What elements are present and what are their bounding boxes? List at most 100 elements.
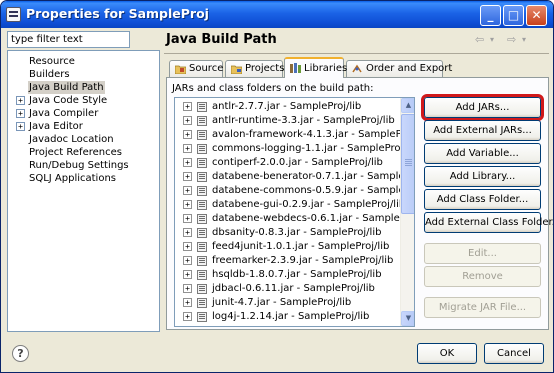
expand-icon[interactable]: +: [183, 284, 192, 293]
add-class-folder-button[interactable]: Add Class Folder...: [424, 189, 541, 210]
cancel-button[interactable]: Cancel: [484, 343, 544, 364]
jar-icon: [197, 186, 207, 196]
jar-icon: [197, 102, 207, 112]
jar-icon: [197, 172, 207, 182]
jar-label: freemarker-2.3.9.jar - SampleProj/lib: [212, 255, 394, 266]
jar-label: feed4junit-1.0.1.jar - SampleProj/lib: [212, 241, 390, 252]
tab-order-and-export[interactable]: Order and Export: [346, 60, 452, 77]
tab-libraries[interactable]: Libraries: [284, 57, 347, 78]
jar-label: databene-gui-0.2.9.jar - SampleProj/lib: [212, 199, 406, 210]
expand-icon[interactable]: +: [183, 172, 192, 181]
properties-tree: Resource Builders Java Build Path + Java…: [7, 50, 160, 332]
add-external-class-folder-button[interactable]: Add External Class Folder...: [424, 212, 553, 233]
projects-folder-icon: [231, 65, 242, 74]
expand-icon[interactable]: +: [183, 242, 192, 251]
expand-icon[interactable]: +: [16, 122, 25, 131]
jar-icon: [197, 200, 207, 210]
window-title: Properties for SampleProj: [26, 6, 209, 21]
ok-button[interactable]: OK: [417, 343, 477, 364]
add-variable-button[interactable]: Add Variable...: [424, 143, 541, 164]
expand-icon[interactable]: +: [16, 109, 25, 118]
tree-item-label: Javadoc Location: [29, 134, 114, 145]
jar-label: databene-commons-0.5.9.jar - SampleProj/…: [212, 185, 414, 196]
jar-label: antlr-runtime-3.3.jar - SampleProj/lib: [212, 115, 395, 126]
jar-icon: [197, 256, 207, 266]
scroll-up-icon[interactable]: ▲: [401, 98, 414, 113]
jar-label: antlr-2.7.7.jar - SampleProj/lib: [212, 101, 362, 112]
add-external-jars-button[interactable]: Add External JARs...: [424, 120, 541, 141]
jar-icon: [197, 228, 207, 238]
jar-label: log4j-1.2.14.jar - SampleProj/lib: [212, 311, 370, 322]
tab-label: Projects: [245, 63, 285, 74]
jar-label: hsqldb-1.8.0.7.jar - SampleProj/lib: [212, 269, 382, 280]
jar-label: contiperf-2.0.0.jar - SampleProj/lib: [212, 157, 383, 168]
jar-icon: [197, 270, 207, 280]
expand-icon[interactable]: +: [183, 270, 192, 279]
jar-icon: [197, 298, 207, 308]
scrollbar-thumb[interactable]: [401, 114, 414, 214]
expand-icon[interactable]: +: [183, 228, 192, 237]
maximize-button[interactable]: □: [503, 5, 524, 26]
tab-label: Source: [189, 63, 224, 74]
jar-label: jdbacl-0.6.11.jar - SampleProj/lib: [212, 283, 375, 294]
history-nav: ⇦ ▾ ⇨ ▾: [475, 33, 545, 47]
back-menu-icon[interactable]: ▾: [490, 35, 494, 44]
tab-source[interactable]: Source: [169, 60, 223, 77]
tree-item-label: Project References: [29, 147, 122, 158]
properties-window-icon: [6, 7, 21, 22]
tab-projects[interactable]: Projects: [225, 60, 285, 77]
add-jars-button[interactable]: Add JARs...: [421, 94, 544, 121]
expand-icon[interactable]: +: [183, 200, 192, 209]
forward-arrow-icon[interactable]: ⇨: [507, 33, 516, 46]
jar-icon: [197, 312, 207, 322]
jar-icon: [197, 130, 207, 140]
filter-input[interactable]: [7, 31, 130, 48]
jar-icon: [197, 116, 207, 126]
jar-label: avalon-framework-4.1.3.jar - SampleProj/…: [212, 129, 415, 140]
back-arrow-icon[interactable]: ⇦: [475, 33, 484, 46]
close-button[interactable]: ✕: [526, 5, 547, 26]
tree-item-label: SQLJ Applications: [29, 173, 117, 184]
expand-icon[interactable]: +: [16, 96, 25, 105]
tree-item-label: Java Editor: [29, 121, 83, 132]
migrate-jar-button[interactable]: Migrate JAR File...: [424, 297, 541, 318]
remove-button[interactable]: Remove: [424, 266, 541, 287]
expand-icon[interactable]: +: [183, 298, 192, 307]
title-bar[interactable]: Properties for SampleProj _ □ ✕: [1, 1, 553, 28]
expand-icon[interactable]: +: [183, 158, 192, 167]
expand-icon[interactable]: +: [183, 186, 192, 195]
tree-item-label: Java Build Path: [28, 81, 105, 94]
help-icon[interactable]: ?: [12, 345, 29, 362]
expand-icon[interactable]: +: [183, 214, 192, 223]
left-panel: Resource Builders Java Build Path + Java…: [7, 31, 160, 333]
jar-icon: [197, 284, 207, 294]
jar-icon: [197, 214, 207, 224]
forward-menu-icon[interactable]: ▾: [522, 35, 526, 44]
jar-icon: [197, 158, 207, 168]
scroll-down-icon[interactable]: ▼: [401, 311, 414, 326]
edit-button[interactable]: Edit...: [424, 243, 541, 264]
jar-label: databene-benerator-0.7.1.jar - SamplePro…: [212, 171, 414, 182]
add-library-button[interactable]: Add Library...: [424, 166, 541, 187]
expand-icon[interactable]: +: [183, 130, 192, 139]
page-title: Java Build Path: [166, 32, 277, 47]
jar-label: junit-4.7.jar - SampleProj/lib: [212, 297, 352, 308]
jar-icon: [197, 242, 207, 252]
jar-icon: [197, 144, 207, 154]
jar-label: commons-logging-1.1.jar - SampleProj/lib: [212, 143, 415, 154]
expand-icon[interactable]: +: [183, 256, 192, 265]
jars-caption: JARs and class folders on the build path…: [172, 83, 374, 94]
order-export-icon: [352, 64, 362, 73]
jar-list[interactable]: + antlr-2.7.7.jar - SampleProj/lib + antlr…: [174, 97, 415, 327]
expand-icon[interactable]: +: [183, 116, 192, 125]
tree-item-label: Java Compiler: [29, 108, 99, 119]
libraries-panel: JARs and class folders on the build path…: [166, 77, 553, 330]
tree-item-label: Resource: [29, 56, 75, 67]
expand-icon[interactable]: +: [183, 102, 192, 111]
expand-icon[interactable]: +: [183, 144, 192, 153]
jar-list-scrollbar[interactable]: ▲ ▼: [400, 98, 414, 326]
tree-item-label: Builders: [29, 69, 70, 80]
tree-item-label: Run/Debug Settings: [29, 160, 129, 171]
minimize-button[interactable]: _: [480, 5, 501, 26]
expand-icon[interactable]: +: [183, 312, 192, 321]
